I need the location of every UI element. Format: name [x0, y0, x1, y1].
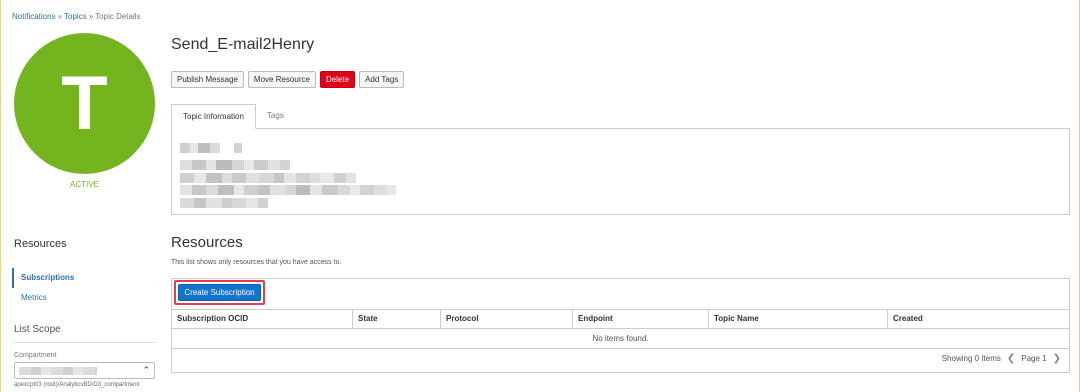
redacted-text — [180, 173, 356, 183]
tab-topic-information[interactable]: Topic Information — [171, 104, 256, 129]
column-header[interactable]: Subscription OCID — [172, 310, 352, 328]
chevron-right-icon[interactable]: ❯ — [1053, 353, 1061, 364]
avatar: T — [14, 33, 155, 174]
move-resource-button[interactable]: Move Resource — [247, 71, 316, 88]
column-header[interactable]: Created — [887, 310, 1069, 328]
column-header[interactable]: Protocol — [440, 310, 572, 328]
action-buttons: Publish Message Move Resource Delete Add… — [171, 71, 405, 88]
tab-tags[interactable]: Tags — [256, 104, 295, 129]
divider — [14, 342, 155, 343]
redacted-text — [180, 185, 396, 195]
compartment-select[interactable]: ⌃ — [14, 362, 155, 379]
column-header[interactable]: Topic Name — [708, 310, 887, 328]
compartment-path: apexcpt03 (root)/AnalyticsBD/D3_compartm… — [14, 382, 140, 388]
select-arrows-icon: ⌃ — [142, 365, 150, 375]
redacted-text — [180, 198, 268, 208]
breadcrumb-separator: » — [88, 12, 94, 21]
topic-tabs-panel: Topic Information Tags — [171, 104, 1070, 215]
publish-message-button[interactable]: Publish Message — [171, 71, 244, 88]
table-header: Subscription OCID State Protocol Endpoin… — [172, 309, 1069, 329]
tab-bar: Topic Information Tags — [171, 104, 295, 129]
breadcrumb-notifications[interactable]: Notifications — [12, 12, 56, 21]
subscriptions-table: Create Subscription Subscription OCID St… — [171, 278, 1070, 373]
items-count: Showing 0 Items — [941, 354, 1001, 363]
empty-message: No items found. — [172, 329, 1069, 349]
pagination: Showing 0 Items ❮ Page 1 ❯ — [942, 353, 1061, 364]
resources-title: Resources — [171, 234, 243, 251]
sidebar-nav: Subscriptions Metrics — [12, 268, 156, 308]
breadcrumb-separator: » — [57, 12, 63, 21]
breadcrumb: Notifications» Topics» Topic Details — [12, 12, 141, 21]
compartment-label: Compartment — [14, 352, 57, 359]
list-scope-title: List Scope — [14, 324, 61, 335]
sidebar-item-metrics[interactable]: Metrics — [12, 288, 156, 308]
column-header[interactable]: Endpoint — [572, 310, 708, 328]
delete-button[interactable]: Delete — [319, 71, 356, 88]
resources-description: This list shows only resources that you … — [171, 259, 342, 266]
add-tags-button[interactable]: Add Tags — [359, 71, 405, 88]
redacted-value — [19, 367, 97, 375]
create-subscription-button[interactable]: Create Subscription — [178, 284, 261, 301]
page-title: Send_E-mail2Henry — [171, 36, 315, 53]
redacted-text — [180, 143, 242, 153]
breadcrumb-topics[interactable]: Topics — [64, 12, 87, 21]
column-header[interactable]: State — [352, 310, 440, 328]
status-label: ACTIVE — [70, 180, 99, 189]
redacted-text — [180, 160, 290, 170]
breadcrumb-current: Topic Details — [95, 12, 141, 21]
page-indicator: Page 1 — [1021, 354, 1047, 363]
sidebar-resources-title: Resources — [14, 238, 67, 250]
chevron-left-icon[interactable]: ❮ — [1007, 353, 1015, 364]
sidebar-item-subscriptions[interactable]: Subscriptions — [12, 268, 156, 288]
topic-information-content — [171, 128, 1070, 215]
